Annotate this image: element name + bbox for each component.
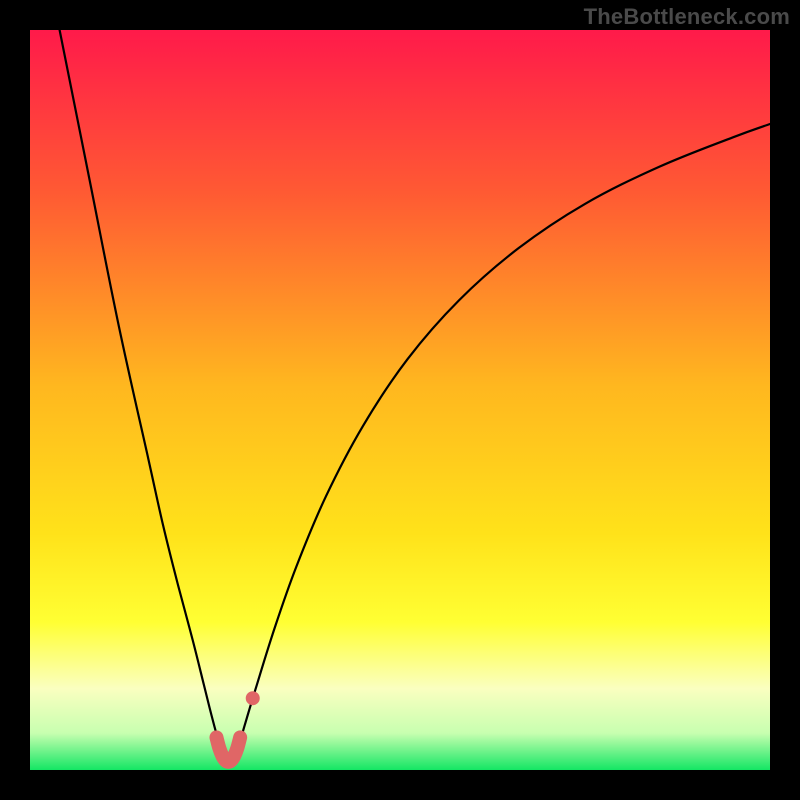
watermark-text: TheBottleneck.com xyxy=(584,4,790,30)
marker-dot xyxy=(246,691,260,705)
plot-area xyxy=(30,30,770,770)
chart-frame: TheBottleneck.com xyxy=(0,0,800,800)
gradient-background xyxy=(30,30,770,770)
chart-svg xyxy=(30,30,770,770)
